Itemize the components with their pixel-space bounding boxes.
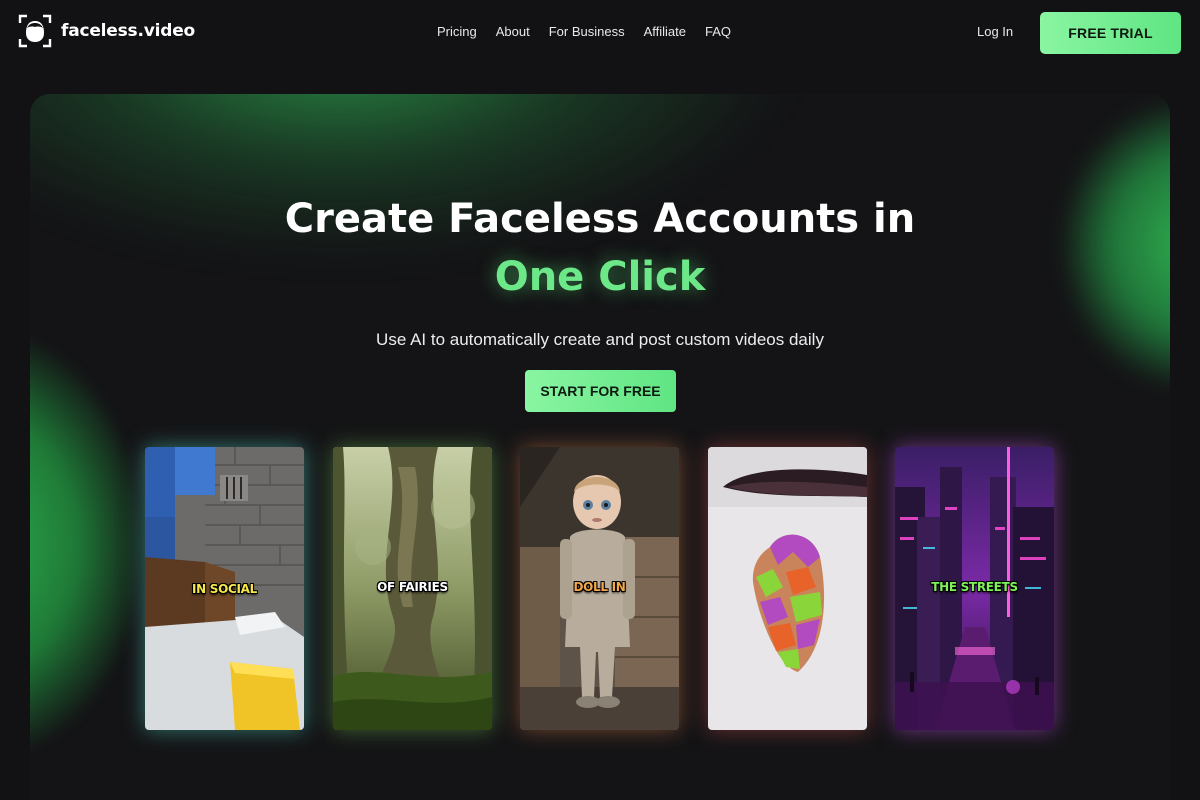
free-trial-button[interactable]: FREE TRIAL (1040, 12, 1181, 54)
video-card-forest[interactable]: OF FAIRIES (333, 447, 492, 730)
brand-name: faceless.video (61, 21, 196, 41)
video-card-doll[interactable]: DOLL IN (520, 447, 679, 730)
nav-link-about[interactable]: About (496, 24, 530, 39)
start-for-free-button[interactable]: START FOR FREE (525, 370, 676, 412)
nav-link-faq[interactable]: FAQ (705, 24, 731, 39)
hero-headline: Create Faceless Accounts in (284, 196, 916, 242)
nav-link-for-business[interactable]: For Business (549, 24, 625, 39)
hero-headline-accent: One Click (494, 254, 706, 300)
main-nav: Pricing About For Business Affiliate FAQ (437, 24, 750, 39)
card-caption: OF FAIRIES (377, 580, 448, 594)
hero-subtitle: Use AI to automatically create and post … (376, 330, 824, 349)
hero-glow-left (30, 334, 140, 754)
video-card-neon-city[interactable]: THE STREETS (895, 447, 1054, 730)
kinetic-sand-scene-thumbnail (708, 447, 867, 730)
site-header: faceless.video Pricing About For Busines… (0, 0, 1200, 64)
nav-link-pricing[interactable]: Pricing (437, 24, 477, 39)
brand-logo[interactable]: faceless.video (18, 14, 195, 48)
face-outline-icon (18, 14, 52, 48)
video-card-minecraft[interactable]: IN SOCIAL (145, 447, 304, 730)
card-caption: DOLL IN (573, 580, 626, 594)
hero-section: Create Faceless Accounts in One Click Us… (30, 94, 1170, 800)
card-caption: IN SOCIAL (191, 582, 258, 596)
nav-link-affiliate[interactable]: Affiliate (644, 24, 686, 39)
video-card-kinetic-sand[interactable] (708, 447, 867, 730)
login-link[interactable]: Log In (977, 24, 1013, 39)
card-caption: THE STREETS (931, 580, 1018, 594)
